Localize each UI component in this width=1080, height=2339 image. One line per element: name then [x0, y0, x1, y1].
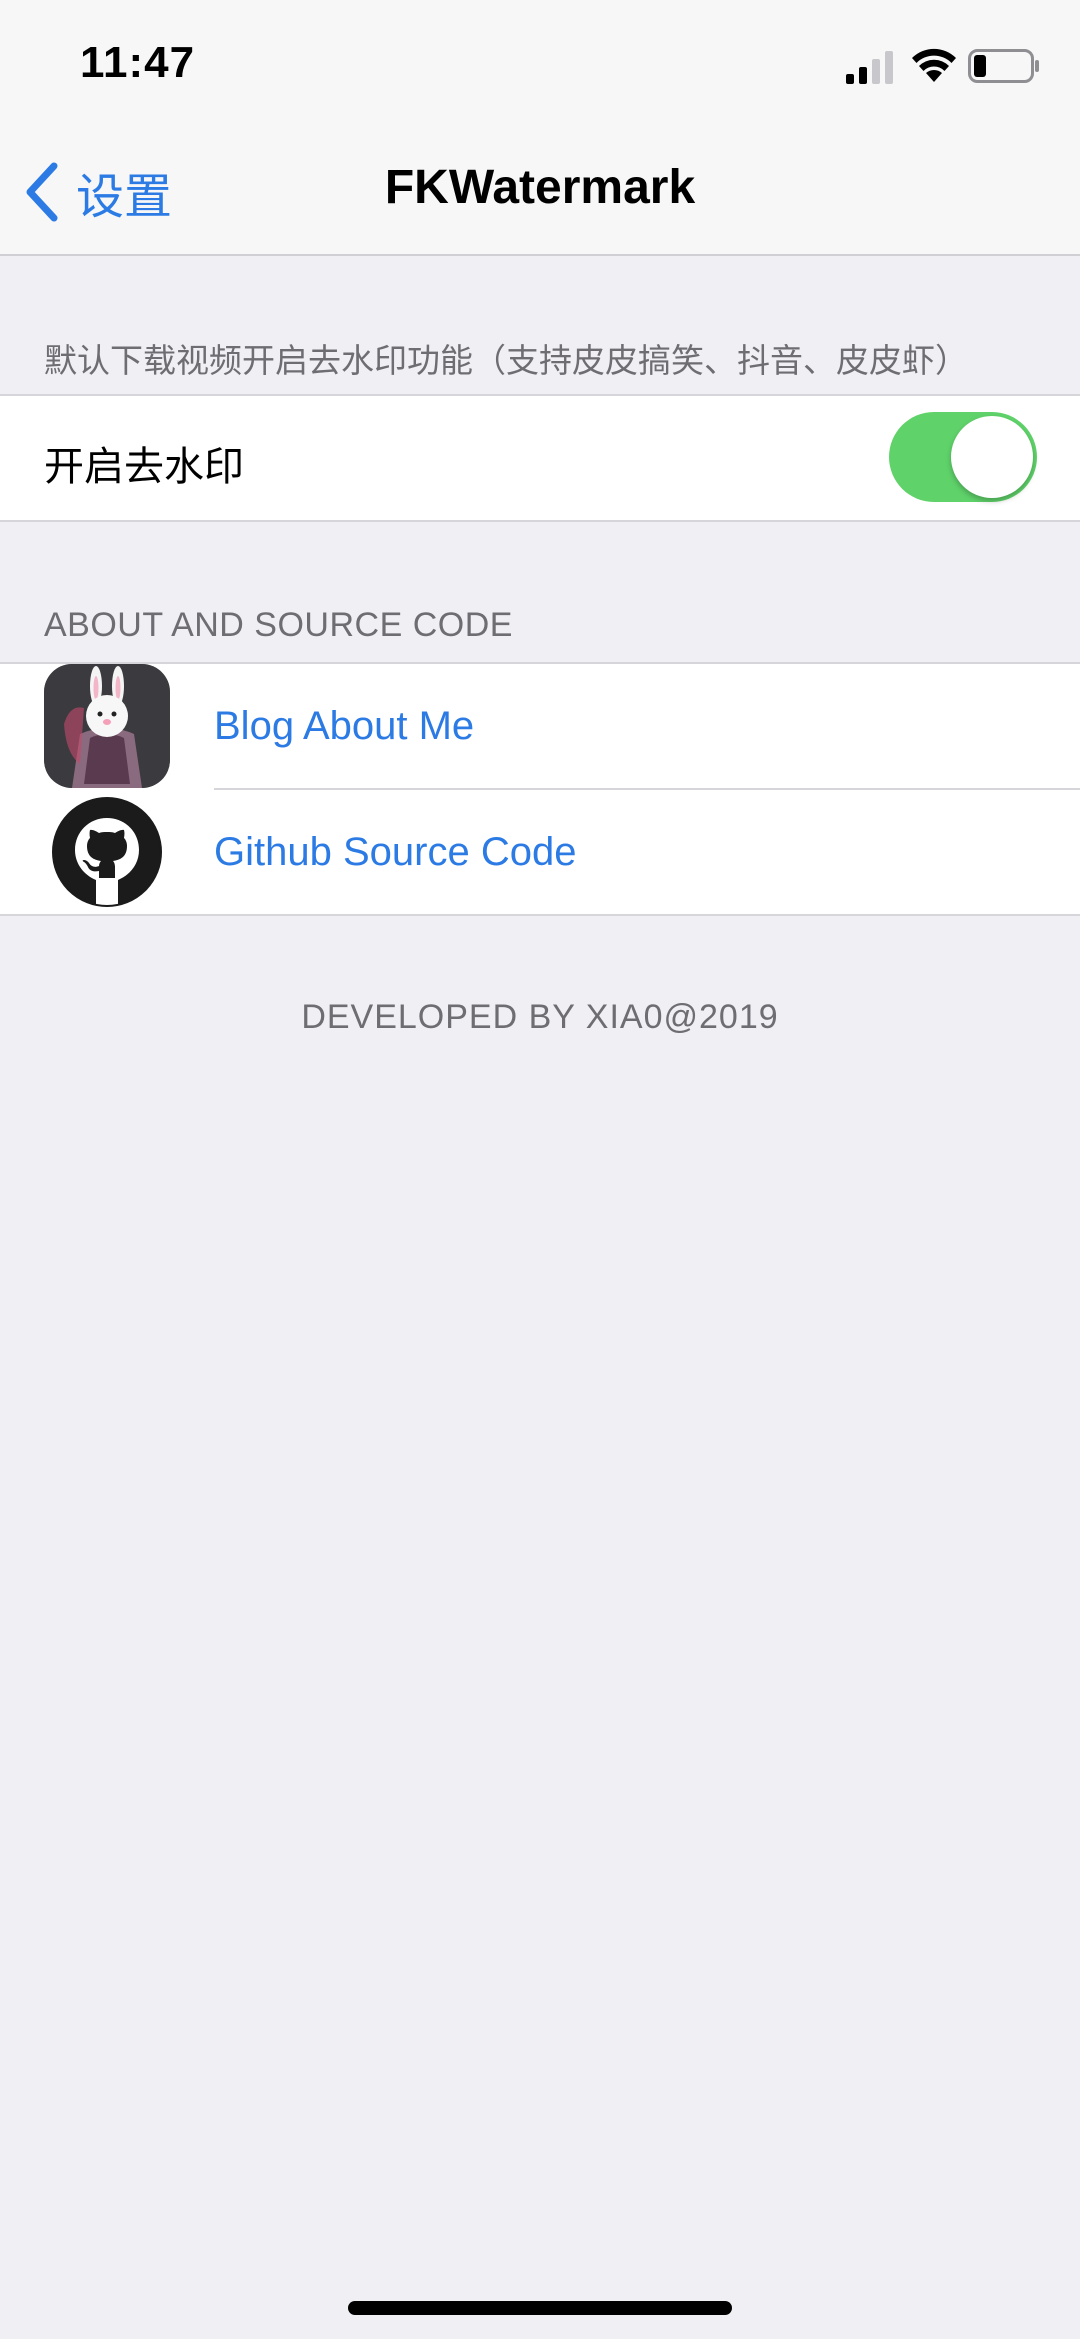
watermark-settings-group: 开启去水印: [0, 394, 1080, 522]
github-icon: [52, 797, 162, 908]
wifi-icon: [912, 48, 956, 82]
watermark-section-header: 默认下载视频开启去水印功能（支持皮皮搞笑、抖音、皮皮虾）: [44, 341, 968, 380]
status-time: 11:47: [80, 38, 196, 87]
blog-about-me-link[interactable]: Blog About Me: [214, 704, 474, 749]
navigation-bar: 设置 FKWatermark: [0, 132, 1080, 256]
page-title: FKWatermark: [384, 161, 696, 214]
toggle-knob: [951, 416, 1033, 498]
status-bar: 11:47: [0, 0, 1080, 132]
about-links-group: Blog About Me Github Source Code: [0, 662, 1080, 916]
battery-icon: [968, 49, 1039, 83]
github-source-code-link[interactable]: Github Source Code: [214, 830, 576, 875]
github-source-code-row[interactable]: Github Source Code: [0, 790, 1080, 914]
watermark-toggle-label: 开启去水印: [44, 444, 244, 490]
developer-footer: DEVELOPED BY XIA0@2019: [301, 998, 779, 1036]
signal-icon: [846, 51, 893, 84]
blog-about-me-row[interactable]: Blog About Me: [0, 664, 1080, 788]
bunny-avatar-icon: [44, 664, 170, 788]
home-indicator[interactable]: [348, 2301, 732, 2315]
about-section-header: ABOUT AND SOURCE CODE: [44, 606, 513, 644]
watermark-toggle-switch[interactable]: [889, 412, 1037, 502]
